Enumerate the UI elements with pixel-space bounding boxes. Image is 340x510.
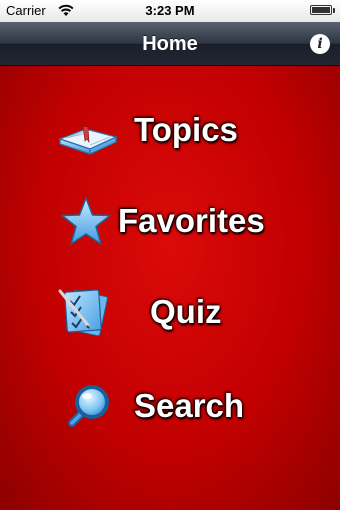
info-icon: i [317, 36, 323, 52]
menu-item-quiz[interactable]: Quiz [0, 281, 340, 345]
menu-label-topics: Topics [134, 111, 238, 148]
battery-icon [310, 5, 335, 15]
menu-item-search[interactable]: Search [0, 375, 340, 439]
page-title: Home [142, 33, 198, 55]
menu-item-topics[interactable]: Topics [0, 99, 340, 163]
status-time: 3:23 PM [145, 3, 195, 18]
menu-label-search: Search [134, 387, 245, 424]
navigation-bar: Home i [0, 22, 340, 66]
book-icon [58, 125, 118, 155]
home-menu: Topics Favorites Quiz Search [0, 66, 340, 510]
checklist-icon [58, 289, 108, 337]
app-screen: Carrier 3:23 PM Home i Topics Favorites … [0, 0, 340, 510]
star-icon [61, 197, 111, 245]
magnifier-icon [68, 385, 109, 427]
menu-label-favorites: Favorites [118, 202, 265, 239]
info-button[interactable]: i [310, 34, 330, 54]
menu-item-favorites[interactable]: Favorites [0, 190, 340, 254]
status-bar: Carrier 3:23 PM [0, 0, 340, 22]
menu-label-quiz: Quiz [150, 293, 222, 330]
